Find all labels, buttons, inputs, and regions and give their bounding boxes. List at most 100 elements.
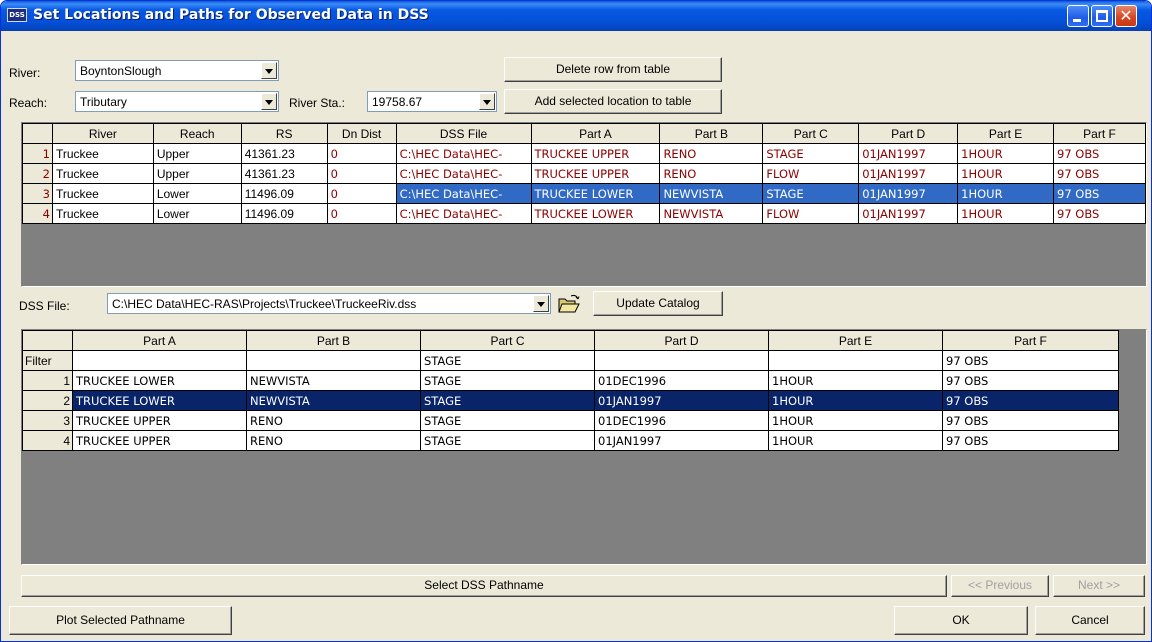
- cell-part-e[interactable]: 1HOUR: [957, 163, 1055, 184]
- cell-part-d[interactable]: 01JAN1997: [858, 163, 959, 184]
- column-header[interactable]: Part E: [957, 123, 1055, 144]
- row-number[interactable]: 1: [22, 370, 73, 391]
- cell-reach[interactable]: Upper: [152, 143, 242, 164]
- filter-part-f[interactable]: 97 OBS: [942, 350, 1119, 371]
- cell-part-f[interactable]: 97 OBS: [942, 370, 1119, 391]
- cell-dn-dist[interactable]: 0: [326, 183, 397, 204]
- table-row[interactable]: 1 Truckee Upper 41361.23 0 C:\HEC Data\H…: [22, 143, 1146, 164]
- table-row[interactable]: 4 Truckee Lower 11496.09 0 C:\HEC Data\H…: [22, 203, 1146, 224]
- cell-part-d[interactable]: 01JAN1997: [858, 183, 959, 204]
- chevron-down-icon[interactable]: [261, 62, 277, 79]
- cell-part-c[interactable]: FLOW: [762, 203, 860, 224]
- maximize-button[interactable]: [1091, 5, 1113, 27]
- close-button[interactable]: ✕: [1115, 5, 1137, 27]
- cell-river[interactable]: Truckee: [51, 163, 154, 184]
- column-header[interactable]: Part F: [942, 330, 1119, 351]
- cell-part-d[interactable]: 01JAN1997: [594, 390, 769, 411]
- column-header[interactable]: Dn Dist: [326, 123, 397, 144]
- cell-part-d[interactable]: 01DEC1996: [594, 410, 769, 431]
- cell-part-c[interactable]: STAGE: [762, 183, 860, 204]
- ok-button[interactable]: OK: [894, 606, 1028, 635]
- column-header[interactable]: Part E: [768, 330, 943, 351]
- cell-part-b[interactable]: RENO: [246, 410, 421, 431]
- filter-row[interactable]: Filter STAGE 97 OBS: [22, 350, 1119, 371]
- filter-part-d[interactable]: [594, 350, 769, 371]
- column-header[interactable]: Part C: [762, 123, 860, 144]
- update-catalog-button[interactable]: Update Catalog: [593, 291, 723, 316]
- open-folder-icon[interactable]: [557, 293, 581, 315]
- cell-rs[interactable]: 41361.23: [240, 163, 328, 184]
- cell-part-e[interactable]: 1HOUR: [957, 203, 1055, 224]
- cell-part-d[interactable]: 01JAN1997: [594, 430, 769, 451]
- cell-dn-dist[interactable]: 0: [326, 203, 397, 224]
- table-row[interactable]: 1 TRUCKEE LOWER NEWVISTA STAGE 01DEC1996…: [22, 370, 1119, 391]
- reach-combo[interactable]: Tributary: [75, 91, 279, 112]
- cell-dss-file[interactable]: C:\HEC Data\HEC-: [395, 203, 532, 224]
- river-sta-combo[interactable]: 19758.67: [367, 91, 497, 112]
- cell-part-e[interactable]: 1HOUR: [768, 430, 943, 451]
- cell-part-f[interactable]: 97 OBS: [1053, 143, 1146, 164]
- cell-part-a[interactable]: TRUCKEE LOWER: [530, 183, 661, 204]
- title-bar[interactable]: DSS Set Locations and Paths for Observed…: [1, 1, 1151, 31]
- cell-rs[interactable]: 41361.23: [240, 143, 328, 164]
- row-number[interactable]: 3: [22, 183, 53, 204]
- plot-selected-pathname-button[interactable]: Plot Selected Pathname: [9, 606, 232, 635]
- add-location-button[interactable]: Add selected location to table: [504, 89, 722, 114]
- column-header[interactable]: Part D: [858, 123, 959, 144]
- cell-part-e[interactable]: 1HOUR: [768, 390, 943, 411]
- column-header[interactable]: Part B: [246, 330, 421, 351]
- cell-part-f[interactable]: 97 OBS: [942, 390, 1119, 411]
- column-header[interactable]: DSS File: [395, 123, 532, 144]
- cell-part-c[interactable]: STAGE: [420, 390, 595, 411]
- dss-file-combo[interactable]: C:\HEC Data\HEC-RAS\Projects\Truckee\Tru…: [107, 293, 551, 314]
- chevron-down-icon[interactable]: [479, 93, 495, 110]
- cell-river[interactable]: Truckee: [51, 143, 154, 164]
- previous-button[interactable]: << Previous: [951, 575, 1049, 597]
- cell-rs[interactable]: 11496.09: [240, 183, 328, 204]
- cell-part-f[interactable]: 97 OBS: [942, 410, 1119, 431]
- cell-part-c[interactable]: STAGE: [420, 370, 595, 391]
- row-number[interactable]: 1: [22, 143, 53, 164]
- cell-part-d[interactable]: 01JAN1997: [858, 143, 959, 164]
- cell-part-f[interactable]: 97 OBS: [942, 430, 1119, 451]
- chevron-down-icon[interactable]: [533, 295, 549, 312]
- column-header[interactable]: Part A: [72, 330, 247, 351]
- column-header[interactable]: Part C: [420, 330, 595, 351]
- cell-dn-dist[interactable]: 0: [326, 163, 397, 184]
- cell-dn-dist[interactable]: 0: [326, 143, 397, 164]
- cell-rs[interactable]: 11496.09: [240, 203, 328, 224]
- cell-river[interactable]: Truckee: [51, 183, 154, 204]
- row-number[interactable]: 4: [22, 203, 53, 224]
- cell-part-d[interactable]: 01DEC1996: [594, 370, 769, 391]
- cell-part-a[interactable]: TRUCKEE UPPER: [72, 430, 247, 451]
- column-header[interactable]: Part B: [659, 123, 764, 144]
- column-header[interactable]: Part A: [530, 123, 661, 144]
- minimize-button[interactable]: [1067, 5, 1089, 27]
- cell-part-c[interactable]: STAGE: [420, 410, 595, 431]
- cell-river[interactable]: Truckee: [51, 203, 154, 224]
- filter-part-b[interactable]: [246, 350, 421, 371]
- cell-part-f[interactable]: 97 OBS: [1053, 183, 1146, 204]
- cell-part-e[interactable]: 1HOUR: [957, 143, 1055, 164]
- row-number[interactable]: 2: [22, 390, 73, 411]
- table-row[interactable]: 3 TRUCKEE UPPER RENO STAGE 01DEC1996 1HO…: [22, 410, 1119, 431]
- cell-dss-file[interactable]: C:\HEC Data\HEC-: [395, 143, 532, 164]
- cell-part-a[interactable]: TRUCKEE UPPER: [530, 163, 661, 184]
- column-header[interactable]: Part D: [594, 330, 769, 351]
- cell-reach[interactable]: Upper: [152, 163, 242, 184]
- chevron-down-icon[interactable]: [261, 93, 277, 110]
- row-number[interactable]: 3: [22, 410, 73, 431]
- cell-part-e[interactable]: 1HOUR: [768, 370, 943, 391]
- cell-part-b[interactable]: NEWVISTA: [246, 370, 421, 391]
- filter-part-e[interactable]: [768, 350, 943, 371]
- table-row-selected[interactable]: 3 Truckee Lower 11496.09 0 C:\HEC Data\H…: [22, 183, 1146, 204]
- cell-dss-file[interactable]: C:\HEC Data\HEC-: [395, 163, 532, 184]
- cell-part-b[interactable]: NEWVISTA: [659, 183, 764, 204]
- delete-row-button[interactable]: Delete row from table: [504, 57, 722, 82]
- row-number[interactable]: 4: [22, 430, 73, 451]
- cell-part-a[interactable]: TRUCKEE UPPER: [72, 410, 247, 431]
- cancel-button[interactable]: Cancel: [1035, 606, 1145, 635]
- cell-part-b[interactable]: RENO: [659, 143, 764, 164]
- cell-part-c[interactable]: STAGE: [420, 430, 595, 451]
- cell-part-b[interactable]: RENO: [659, 163, 764, 184]
